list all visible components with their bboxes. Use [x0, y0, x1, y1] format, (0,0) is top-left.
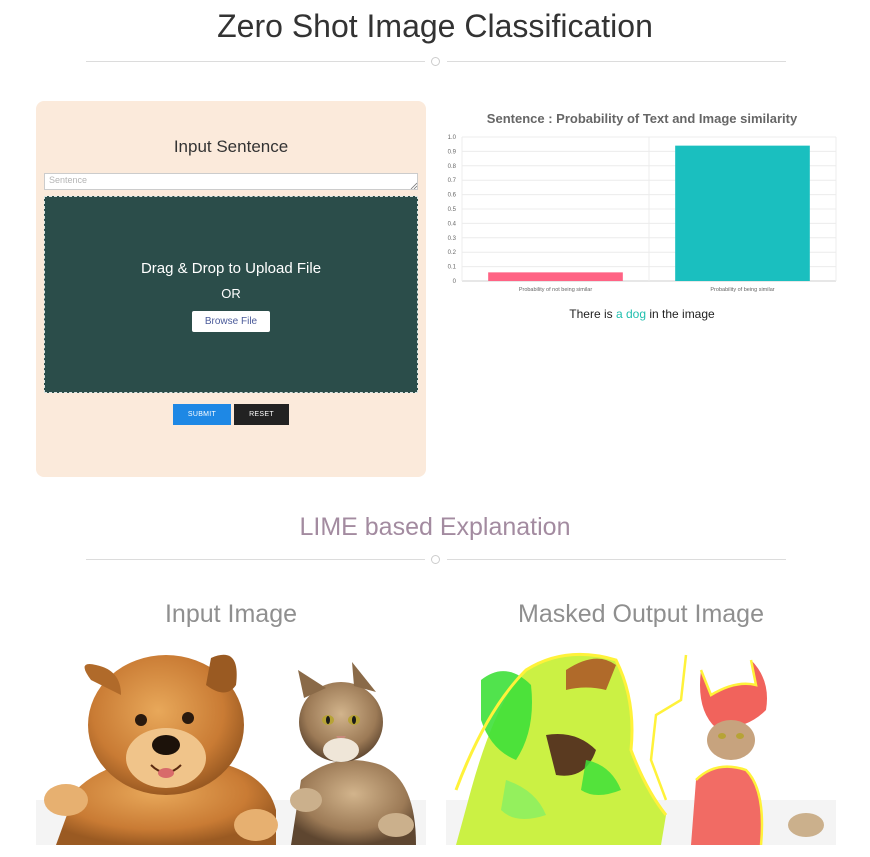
chart-y-tick-label: 0.6: [448, 193, 457, 199]
masked-image-title: Masked Output Image: [518, 600, 764, 628]
title-divider-left: [86, 61, 425, 62]
result-prefix: There is: [569, 307, 616, 321]
section-divider-left: [86, 559, 425, 560]
chart-x-tick-label: Probability of not being similar: [519, 287, 593, 293]
title-divider-dot: [431, 57, 440, 66]
submit-button[interactable]: SUBMIT: [173, 404, 231, 425]
chart-bar: [675, 145, 810, 281]
section-divider-dot: [431, 555, 440, 564]
chart-y-tick-label: 0: [453, 279, 457, 285]
chart-y-tick-label: 0.3: [448, 236, 457, 242]
lime-section-title: LIME based Explanation: [299, 513, 571, 541]
input-card-title: Input Sentence: [173, 137, 289, 156]
dropzone-or: OR: [221, 286, 241, 301]
result-caption: There is a dog in the image: [444, 307, 840, 321]
chart-y-tick-label: 0.9: [448, 149, 457, 155]
chart-y-tick-label: 0.5: [448, 207, 457, 213]
sentence-input[interactable]: [44, 173, 418, 190]
chart-y-tick-label: 0.4: [448, 221, 457, 227]
masked-output-image: [446, 640, 836, 845]
result-highlight: a dog: [615, 307, 646, 321]
input-image: [36, 640, 426, 845]
similarity-chart: Sentence : Probability of Text and Image…: [444, 104, 840, 300]
masked-image-graphic: [446, 640, 836, 845]
chart-x-tick-label: Probability of being similar: [710, 287, 774, 293]
chart-y-tick-label: 1.0: [448, 135, 457, 141]
chart-plot: 0 0.1 0.2 0.3 0.4 0.5 0.6 0.7 0.8 0.9 1.0 Probabili…: [448, 135, 837, 293]
chart-y-tick-label: 0.2: [448, 250, 457, 256]
resize-grip-icon[interactable]: [410, 182, 417, 189]
chart-y-tick-label: 0.8: [448, 164, 457, 170]
input-card: Input Sentence Drag & Drop to Upload Fil…: [36, 101, 426, 477]
dropzone-title: Drag & Drop to Upload File: [140, 260, 322, 277]
page-title: Zero Shot Image Classification: [217, 8, 653, 44]
input-image-title: Input Image: [164, 600, 298, 628]
reset-button[interactable]: RESET: [234, 404, 289, 425]
result-suffix: in the image: [646, 307, 715, 321]
title-divider-right: [447, 61, 786, 62]
file-dropzone[interactable]: Drag & Drop to Upload File OR Browse Fil…: [44, 196, 418, 393]
browse-file-button[interactable]: Browse File: [192, 311, 270, 332]
input-image-graphic: [36, 640, 426, 845]
section-divider-right: [447, 559, 786, 560]
chart-y-tick-label: 0.1: [448, 265, 457, 271]
chart-y-tick-label: 0.7: [448, 178, 457, 184]
chart-bar: [488, 272, 623, 281]
